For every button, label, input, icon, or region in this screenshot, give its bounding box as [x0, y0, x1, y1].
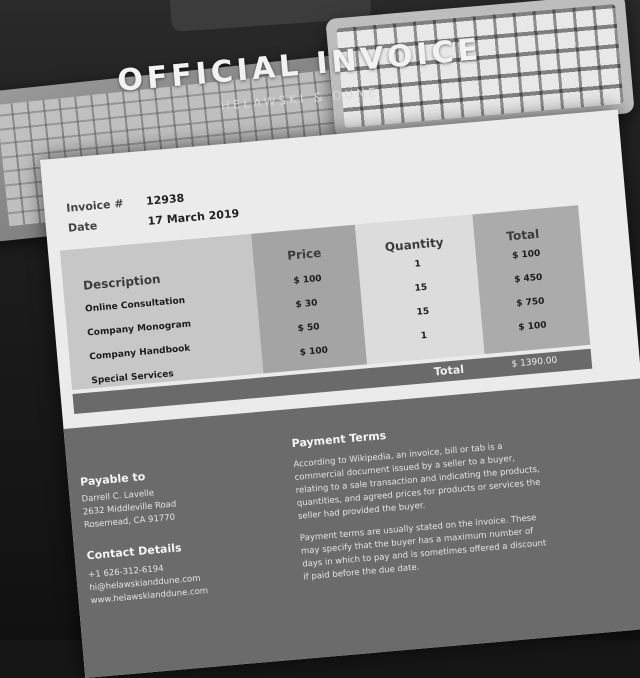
row-4-description: Special Services	[91, 369, 175, 387]
invoice-number: 12938	[145, 191, 185, 208]
row-3-description: Company Handbook	[88, 343, 191, 363]
header-price: Price	[286, 245, 322, 263]
header-total: Total	[505, 226, 540, 244]
invoice-date: 17 March 2019	[147, 206, 240, 228]
invoice-footer: Payable to Darrell C. Lavelle 2632 Middl…	[63, 378, 640, 678]
row-1-quantity: 1	[414, 259, 422, 270]
header-description: Description	[82, 271, 162, 293]
row-3-quantity: 15	[416, 306, 430, 318]
payable-to-address: Darrell C. Lavelle 2632 Middleville Road…	[81, 486, 178, 533]
contact-details: +1 626-312-6194 hi@helawskianddune.com w…	[88, 559, 209, 608]
row-2-quantity: 15	[414, 282, 428, 294]
row-1-description: Online Consultation	[84, 295, 186, 315]
payable-to-heading: Payable to	[79, 470, 146, 489]
payment-terms-heading: Payment Terms	[291, 428, 387, 451]
contact-details-heading: Contact Details	[86, 541, 183, 563]
grand-total-value: $ 1390.00	[511, 355, 558, 370]
row-2-price: $ 30	[295, 298, 318, 311]
invoice-date-label: Date	[67, 218, 98, 235]
grand-total-label: Total	[433, 362, 465, 379]
row-2-description: Company Monogram	[86, 319, 192, 339]
row-4-quantity: 1	[420, 330, 428, 342]
invoice-sheet: Invoice # 12938 Date 17 March 2019 Descr…	[40, 109, 640, 678]
row-3-price: $ 50	[297, 322, 321, 335]
invoice-meta: Invoice # 12938 Date 17 March 2019	[65, 183, 240, 238]
